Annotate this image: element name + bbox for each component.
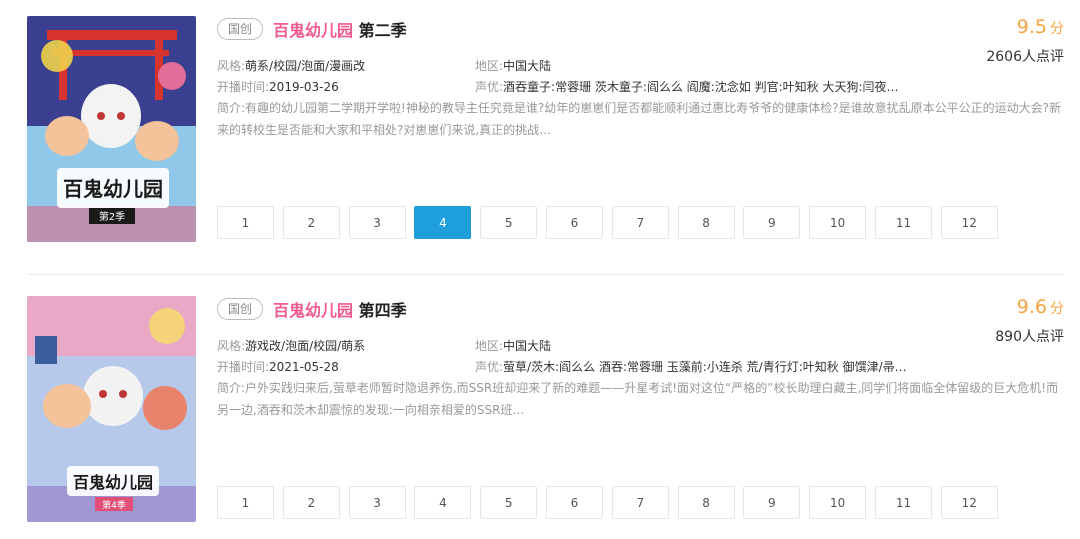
divider [27, 274, 1064, 275]
episode-button[interactable]: 2 [282, 486, 340, 519]
synopsis: 简介:有趣的幼儿园第二学期开学啦!神秘的教导主任究竟是谁?幼年的崽崽们是否都能顺… [217, 101, 1061, 137]
cast-meta: 声优:萤草/茨木:阎么么 酒吞:常蓉珊 玉藻前:小连杀 荒/青行灯:叶知秋 御馔… [475, 358, 975, 375]
region-key: 地区: [475, 59, 504, 73]
episode-button[interactable]: 2 [282, 206, 340, 239]
info-panel: 国创 百鬼幼儿园 第四季 9.6 分 890人点评 风格:游戏改/泡面/校园/萌系… [217, 296, 1064, 522]
episode-button[interactable]: 5 [480, 206, 538, 239]
category-tag[interactable]: 国创 [217, 18, 264, 40]
region-meta: 地区:中国大陆 [475, 337, 551, 354]
score: 9.6 分 [995, 296, 1064, 320]
anime-title[interactable]: 百鬼幼儿园 第二季 [273, 17, 407, 41]
title-highlight: 百鬼幼儿园 [273, 21, 354, 40]
episode-button[interactable]: 7 [611, 206, 669, 239]
synopsis: 简介:户外实践归来后,萤草老师暂时隐退养伤,而SSR班却迎来了新的难题——升星考… [217, 381, 1059, 417]
date-key: 开播时间: [217, 360, 270, 374]
episode-list: 1 2 3 4 5 6 7 8 9 10 11 12 [217, 206, 1007, 239]
cast-value: 酒吞童子:常蓉珊 茨木童子:阎么么 阎魔:沈念如 判官:叶知秋 大天狗:闫夜… [503, 80, 899, 94]
style-meta: 风格:游戏改/泡面/校园/萌系 [217, 337, 365, 354]
episode-button[interactable]: 7 [611, 486, 669, 519]
date-meta: 开播时间:2021-05-28 [217, 358, 339, 375]
rating-count: 890人点评 [995, 329, 1064, 345]
episode-button[interactable]: 3 [348, 486, 406, 519]
style-value: 萌系/校园/泡面/漫画改 [245, 59, 366, 73]
anime-card-season-4: 百鬼幼儿园 第4季 国创 百鬼幼儿园 第四季 9.6 分 890人点评 风格:游戏… [27, 296, 1064, 522]
score-value: 9.6 [1016, 296, 1047, 318]
style-key: 风格: [217, 59, 246, 73]
title-season: 第二季 [358, 21, 407, 40]
cover-title-text: 百鬼幼儿园 [63, 177, 163, 201]
region-value: 中国大陆 [503, 59, 552, 73]
episode-button[interactable]: 5 [480, 486, 538, 519]
anime-title[interactable]: 百鬼幼儿园 第四季 [273, 297, 407, 321]
anime-card-season-2: 百鬼幼儿园 第2季 国创 百鬼幼儿园 第二季 9.5 分 2606人点评 风格:萌… [27, 16, 1064, 242]
date-value: 2021-05-28 [269, 360, 339, 374]
region-key: 地区: [475, 339, 504, 353]
episode-button[interactable]: 11 [874, 206, 932, 239]
cast-key: 声优: [475, 80, 504, 94]
rating-count: 2606人点评 [986, 49, 1064, 65]
style-value: 游戏改/泡面/校园/萌系 [245, 339, 366, 353]
cast-value: 萤草/茨木:阎么么 酒吞:常蓉珊 玉藻前:小连杀 荒/青行灯:叶知秋 御馔津/帚… [503, 360, 907, 374]
episode-button[interactable]: 8 [677, 206, 735, 239]
episode-list: 1 2 3 4 5 6 7 8 9 10 11 12 [217, 486, 1007, 519]
episode-button-active[interactable]: 4 [414, 206, 472, 239]
cover-season-text: 第4季 [102, 499, 126, 511]
cast-key: 声优: [475, 360, 504, 374]
cover-image[interactable]: 百鬼幼儿园 第2季 [27, 16, 196, 242]
episode-button[interactable]: 1 [217, 206, 274, 239]
episode-button[interactable]: 6 [545, 206, 603, 239]
episode-button[interactable]: 11 [874, 486, 932, 519]
episode-button[interactable]: 3 [348, 206, 406, 239]
episode-button[interactable]: 1 [217, 486, 274, 519]
title-row: 国创 百鬼幼儿园 第二季 [217, 18, 407, 40]
cover-title-text: 百鬼幼儿园 [73, 473, 153, 492]
date-key: 开播时间: [217, 80, 270, 94]
region-value: 中国大陆 [503, 339, 552, 353]
cast-meta: 声优:酒吞童子:常蓉珊 茨木童子:阎么么 阎魔:沈念如 判官:叶知秋 大天狗:闫… [475, 78, 975, 95]
episode-button[interactable]: 12 [940, 486, 998, 519]
episode-button[interactable]: 10 [809, 486, 867, 519]
episode-button[interactable]: 9 [743, 206, 801, 239]
episode-button[interactable]: 9 [743, 486, 801, 519]
episode-button[interactable]: 4 [414, 486, 472, 519]
date-meta: 开播时间:2019-03-26 [217, 78, 339, 95]
score: 9.5 分 [986, 16, 1064, 40]
rating-block: 9.6 分 890人点评 [995, 296, 1064, 346]
title-highlight: 百鬼幼儿园 [273, 301, 354, 320]
date-value: 2019-03-26 [269, 80, 339, 94]
episode-button[interactable]: 8 [677, 486, 735, 519]
region-meta: 地区:中国大陆 [475, 57, 551, 74]
rating-block: 9.5 分 2606人点评 [986, 16, 1064, 66]
episode-button[interactable]: 6 [545, 486, 603, 519]
cover-image[interactable]: 百鬼幼儿园 第4季 [27, 296, 196, 522]
title-season: 第四季 [358, 301, 407, 320]
title-row: 国创 百鬼幼儿园 第四季 [217, 298, 407, 320]
info-panel: 国创 百鬼幼儿园 第二季 9.5 分 2606人点评 风格:萌系/校园/泡面/漫画… [217, 16, 1064, 242]
style-meta: 风格:萌系/校园/泡面/漫画改 [217, 57, 365, 74]
score-unit: 分 [1050, 21, 1064, 37]
score-value: 9.5 [1016, 16, 1047, 38]
cover-season-text: 第2季 [99, 210, 125, 223]
category-tag[interactable]: 国创 [217, 298, 264, 320]
episode-button[interactable]: 10 [809, 206, 867, 239]
score-unit: 分 [1050, 301, 1064, 317]
episode-button[interactable]: 12 [940, 206, 998, 239]
style-key: 风格: [217, 339, 246, 353]
